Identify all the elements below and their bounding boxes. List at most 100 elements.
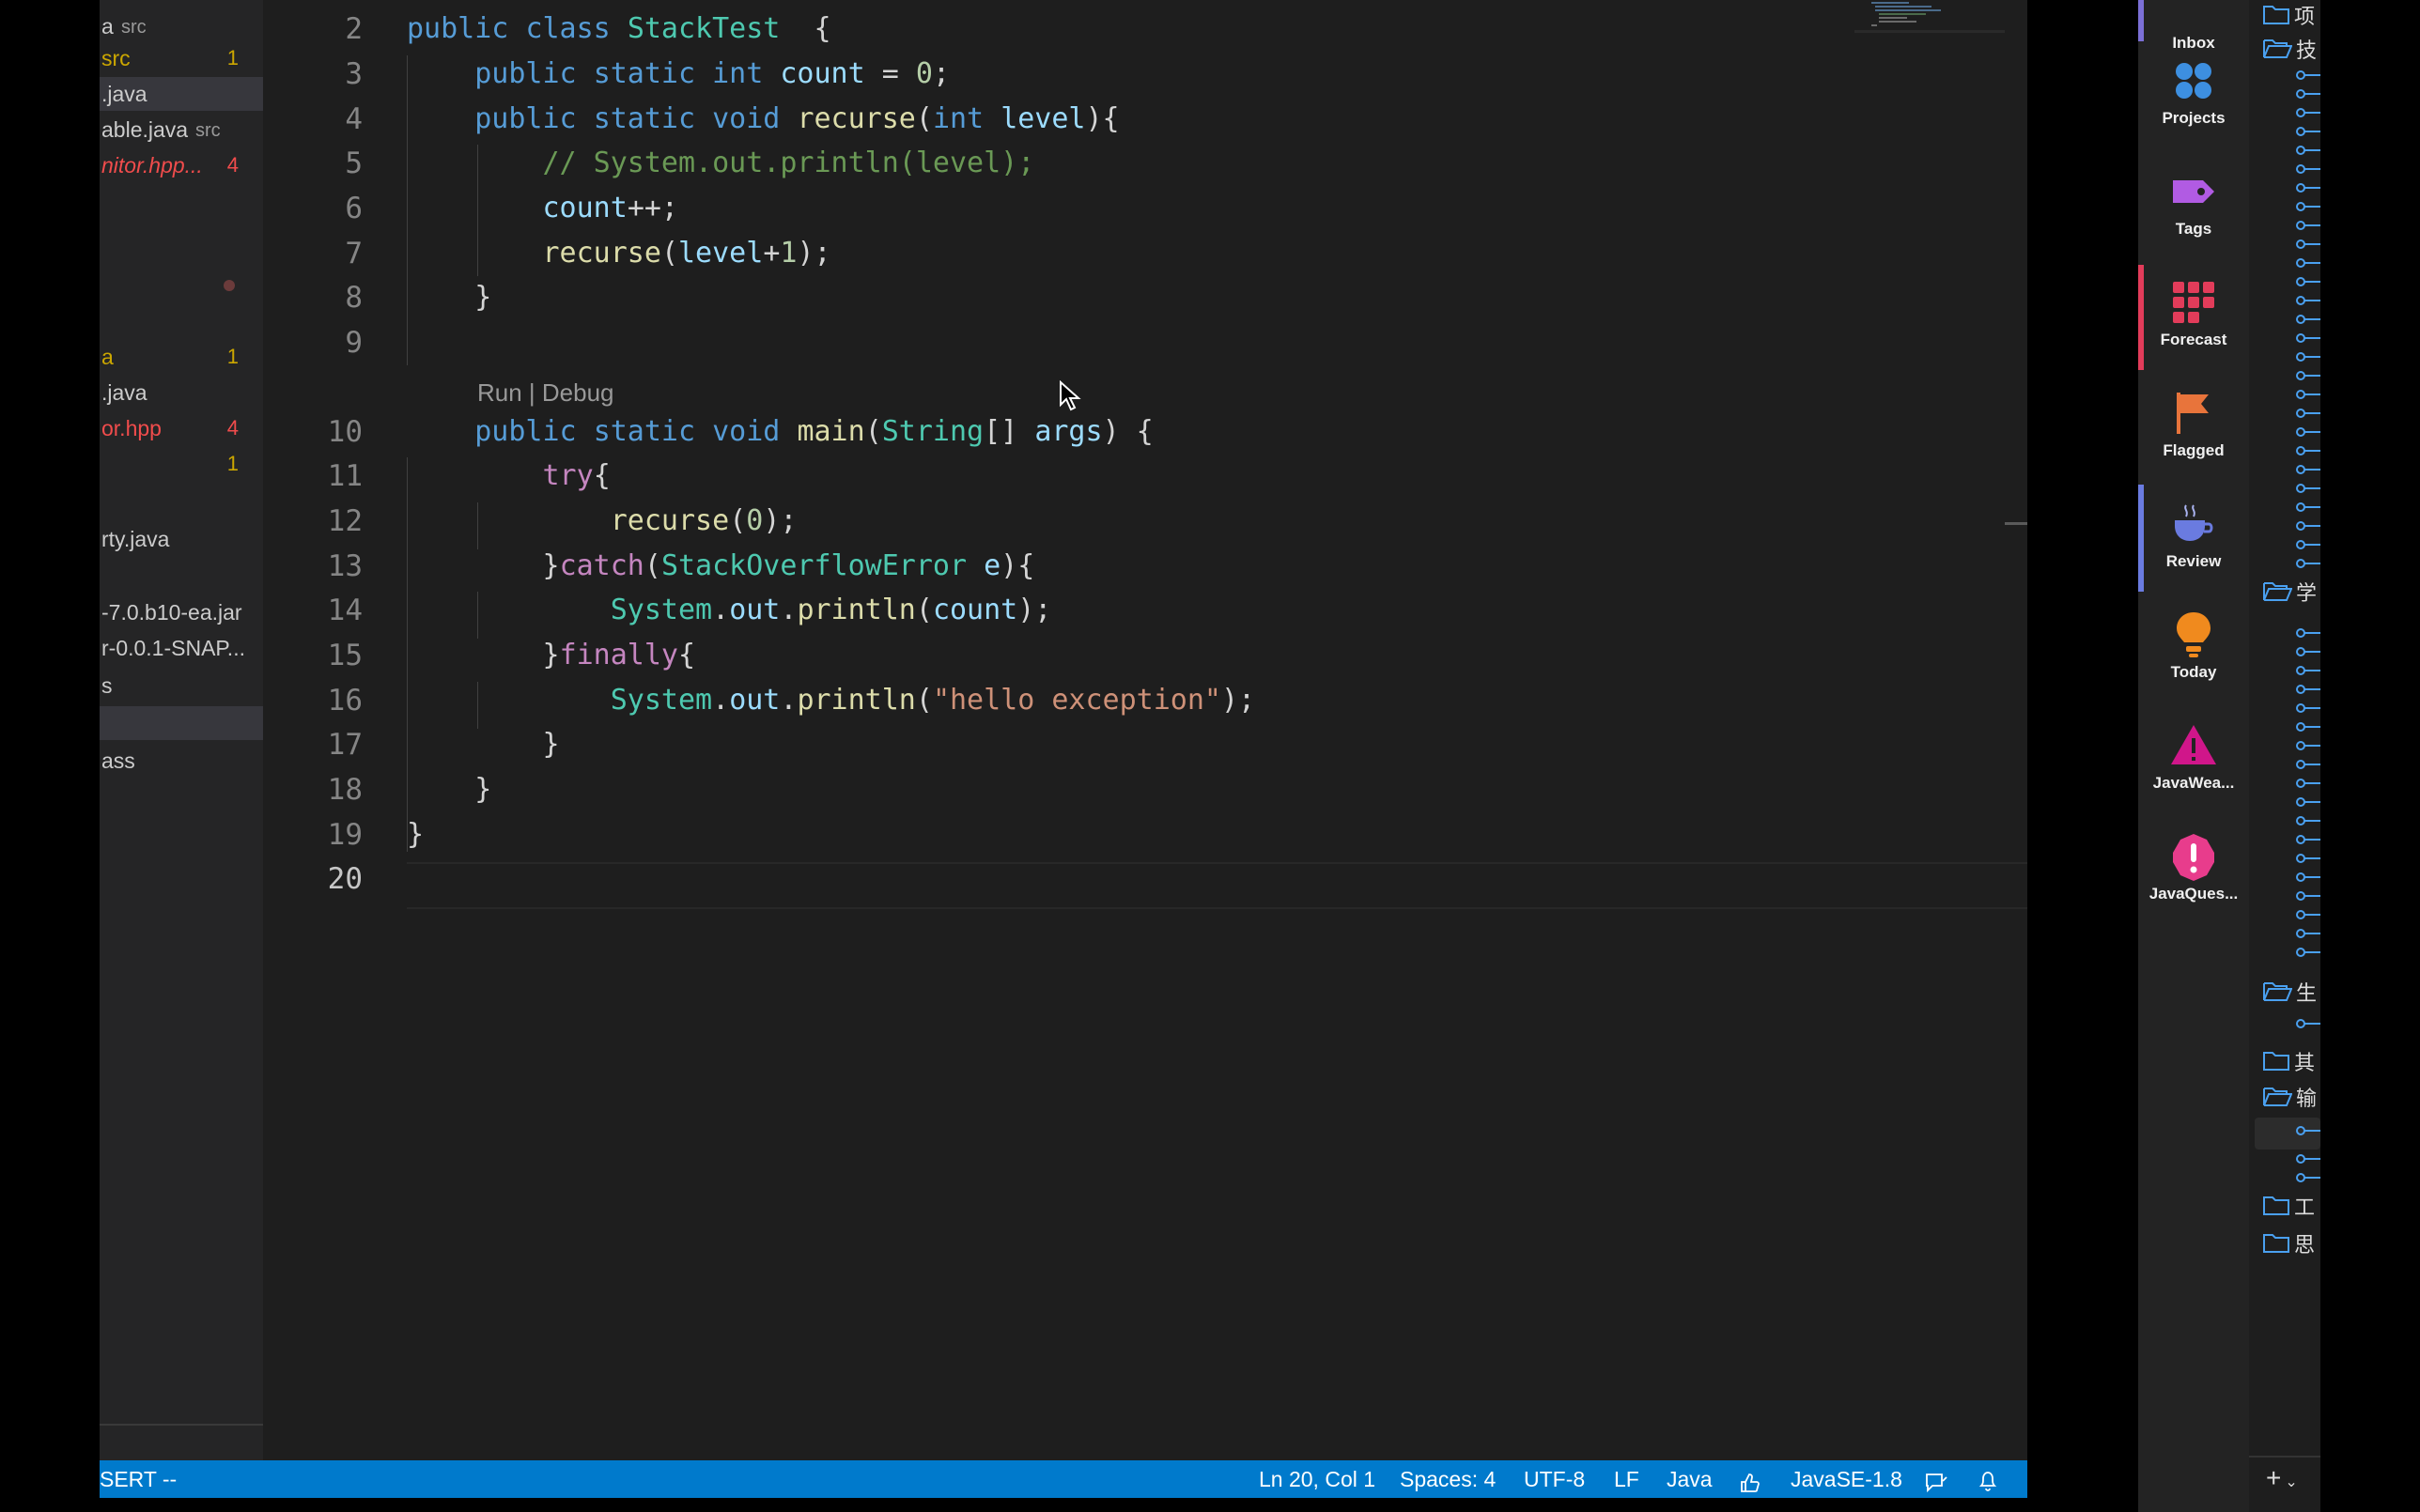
code-line[interactable]: try{	[407, 454, 611, 499]
outline-folder[interactable]: 项	[2262, 0, 2315, 30]
outline-task-icon[interactable]	[2296, 813, 2320, 832]
outline-task-icon[interactable]	[2296, 1151, 2320, 1170]
outline-task-icon[interactable]	[2296, 274, 2320, 293]
code-line[interactable]: }finally{	[407, 633, 695, 678]
cursor-position[interactable]: Ln 20, Col 1	[1259, 1460, 1375, 1498]
codelens-run-debug[interactable]: Run | Debug	[477, 372, 614, 413]
outline-task-icon[interactable]	[2296, 500, 2320, 518]
sidebar-file-item[interactable]: a1	[100, 340, 263, 374]
outline-task-icon[interactable]	[2296, 68, 2320, 86]
notification-bell-icon[interactable]	[1977, 1467, 1999, 1504]
sidebar-file-item[interactable]: a src	[100, 9, 263, 43]
outline-task-icon[interactable]	[2296, 124, 2320, 143]
line-ending[interactable]: LF	[1614, 1460, 1639, 1498]
outline-task-icon[interactable]	[2296, 237, 2320, 255]
outline-task-icon[interactable]	[2296, 682, 2320, 701]
outline-task-icon[interactable]	[2296, 293, 2320, 312]
outline-task-icon[interactable]	[2296, 199, 2320, 218]
code-line[interactable]: System.out.println(count);	[407, 588, 1052, 633]
outline-task-icon[interactable]	[2296, 1123, 2320, 1142]
outline-task-icon[interactable]	[2296, 162, 2320, 180]
outline-task-icon[interactable]	[2296, 556, 2320, 575]
thumbs-up-icon[interactable]	[1738, 1468, 1761, 1505]
sidebar-file-item[interactable]	[100, 193, 263, 227]
outline-task-icon[interactable]	[2296, 719, 2320, 738]
sidebar-file-item[interactable]	[100, 488, 263, 522]
sidebar-file-item[interactable]	[100, 229, 263, 263]
sidebar-file-item[interactable]: able.java src	[100, 113, 263, 147]
outline-task-icon[interactable]	[2296, 870, 2320, 888]
outline-folder[interactable]: 工	[2262, 1191, 2315, 1221]
outline-task-icon[interactable]	[2296, 481, 2320, 500]
nav-item-review[interactable]: Review	[2138, 481, 2249, 590]
nav-item-tags[interactable]: Tags	[2138, 148, 2249, 257]
outline-task-icon[interactable]	[2296, 537, 2320, 556]
sidebar-file-item[interactable]: .java	[100, 77, 263, 111]
outline-task-icon[interactable]	[2296, 86, 2320, 105]
code-line[interactable]: public class StackTest {	[407, 7, 831, 52]
outline-task-icon[interactable]	[2296, 312, 2320, 331]
outline-task-icon[interactable]	[2296, 851, 2320, 870]
indentation-setting[interactable]: Spaces: 4	[1400, 1460, 1496, 1498]
sidebar-file-item[interactable]: 1	[100, 447, 263, 481]
file-encoding[interactable]: UTF-8	[1524, 1460, 1585, 1498]
outline-folder[interactable]: 其	[2262, 1046, 2315, 1076]
outline-task-icon[interactable]	[2296, 255, 2320, 274]
sidebar-file-item[interactable]: or.hpp 4	[100, 411, 263, 445]
scrollbar-marker[interactable]	[2005, 522, 2027, 525]
outline-task-icon[interactable]	[2296, 701, 2320, 719]
outline-task-icon[interactable]	[2296, 443, 2320, 462]
outline-task-icon[interactable]	[2296, 644, 2320, 663]
outline-task-icon[interactable]	[2296, 795, 2320, 813]
java-runtime[interactable]: JavaSE-1.8	[1791, 1460, 1902, 1498]
sidebar-file-item[interactable]: nitor.hpp... 4	[100, 148, 263, 182]
nav-item-forecast[interactable]: Forecast	[2138, 259, 2249, 368]
nav-item-javawea[interactable]: JavaWea...	[2138, 702, 2249, 811]
code-line[interactable]: }	[407, 275, 491, 320]
sidebar-file-item[interactable]: -7.0.b10-ea.jar	[100, 595, 263, 629]
outline-task-icon[interactable]	[2296, 143, 2320, 162]
outline-task-icon[interactable]	[2296, 625, 2320, 644]
outline-task-icon[interactable]	[2296, 406, 2320, 424]
outline-task-icon[interactable]	[2296, 105, 2320, 124]
nav-item-today[interactable]: Today	[2138, 592, 2249, 701]
nav-item-projects[interactable]: Projects	[2138, 38, 2249, 147]
outline-folder[interactable]: 输	[2262, 1082, 2317, 1112]
outline-task-icon[interactable]	[2296, 663, 2320, 682]
outline-task-icon[interactable]	[2296, 518, 2320, 537]
outline-task-icon[interactable]	[2296, 757, 2320, 776]
code-line[interactable]: recurse(0);	[407, 499, 798, 544]
nav-item-javaques[interactable]: JavaQues...	[2138, 813, 2249, 922]
code-editor[interactable]: Run | Debug 2 public class StackTest {3 p…	[263, 0, 2027, 1460]
outline-task-icon[interactable]	[2296, 1016, 2320, 1035]
sidebar-file-item[interactable]: r-0.0.1-SNAP...	[100, 631, 263, 665]
code-line[interactable]: }catch(StackOverflowError e){	[407, 544, 1034, 589]
code-line[interactable]: public static void recurse(int level){	[407, 97, 1119, 142]
outline-folder[interactable]: 学	[2262, 577, 2317, 607]
sidebar-file-item[interactable]	[100, 706, 263, 740]
code-line[interactable]: // System.out.println(level);	[407, 141, 1035, 186]
outline-task-icon[interactable]	[2296, 1170, 2320, 1189]
outline-task-icon[interactable]	[2296, 331, 2320, 349]
sidebar-file-item[interactable]	[100, 560, 263, 594]
outline-folder[interactable]: 技	[2262, 34, 2317, 64]
code-line[interactable]: System.out.println("hello exception");	[407, 678, 1255, 723]
code-line[interactable]: count++;	[407, 186, 679, 231]
code-line[interactable]: }	[407, 812, 424, 857]
outline-task-icon[interactable]	[2296, 888, 2320, 907]
add-button[interactable]: + ⌄	[2266, 1463, 2298, 1493]
sidebar-file-item[interactable]: .java	[100, 376, 263, 409]
code-line[interactable]: }	[407, 767, 491, 812]
outline-task-icon[interactable]	[2296, 926, 2320, 945]
outline-task-icon[interactable]	[2296, 218, 2320, 237]
sidebar-file-item[interactable]: rty.java	[100, 522, 263, 556]
outline-task-icon[interactable]	[2296, 462, 2320, 481]
outline-task-icon[interactable]	[2296, 832, 2320, 851]
sidebar-file-item[interactable]: s	[100, 669, 263, 702]
sidebar-file-item[interactable]: src 1	[100, 41, 263, 75]
code-line[interactable]: public static void main(String[] args) {	[407, 409, 1154, 455]
sidebar-file-item[interactable]	[100, 269, 263, 302]
minimap[interactable]	[1854, 0, 2005, 32]
sidebar-file-item[interactable]: ass	[100, 744, 263, 778]
code-line[interactable]: recurse(level+1);	[407, 231, 831, 276]
